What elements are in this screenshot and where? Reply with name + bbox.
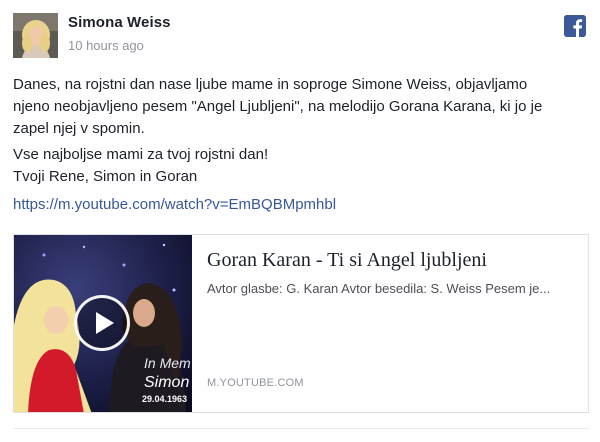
post-timestamp[interactable]: 10 hours ago <box>68 38 144 53</box>
post-text-line: njeno neobjavljeno pesem "Angel Ljubljen… <box>13 98 543 115</box>
post-text-line: Tvoji Rene, Simon in Goran <box>13 168 198 185</box>
link-preview-card[interactable]: In Mem Simon 29.04.1963 Goran Karan - Ti… <box>13 234 589 413</box>
link-preview-info[interactable]: Goran Karan - Ti si Angel ljubljeni Avto… <box>207 235 576 412</box>
post-body: Danes, na rojstni dan nase ljube mame in… <box>13 74 585 192</box>
author-name[interactable]: Simona Weiss <box>68 14 171 31</box>
thumbnail-caption: In Mem <box>144 355 191 371</box>
thumbnail-caption: Simon <box>144 374 190 391</box>
link-title[interactable]: Goran Karan - Ti si Angel ljubljeni <box>207 249 487 272</box>
play-icon[interactable] <box>74 295 130 351</box>
thumbnail-date: 29.04.1963 <box>142 394 188 404</box>
facebook-post: Simona Weiss 10 hours ago Danes, na rojs… <box>0 0 600 442</box>
link-domain: M.YOUTUBE.COM <box>207 377 304 389</box>
avatar[interactable] <box>13 13 58 58</box>
youtube-link[interactable]: https://m.youtube.com/watch?v=EmBQBMpmhb… <box>13 196 336 213</box>
video-thumbnail[interactable]: In Mem Simon 29.04.1963 <box>14 235 192 412</box>
post-paragraph: Danes, na rojstni dan nase ljube mame in… <box>13 74 585 140</box>
post-text-line: Danes, na rojstni dan nase ljube mame in… <box>13 76 528 93</box>
post-paragraph: Vse najboljse mami za tvoj rojstni dan! … <box>13 144 585 188</box>
post-text-line: Vse najboljse mami za tvoj rojstni dan! <box>13 146 269 163</box>
link-description: Avtor glasbe: G. Karan Avtor besedila: S… <box>207 281 551 296</box>
divider <box>13 428 589 429</box>
facebook-icon[interactable] <box>564 15 586 37</box>
post-text-line: zapel njej v spomin. <box>13 120 145 137</box>
